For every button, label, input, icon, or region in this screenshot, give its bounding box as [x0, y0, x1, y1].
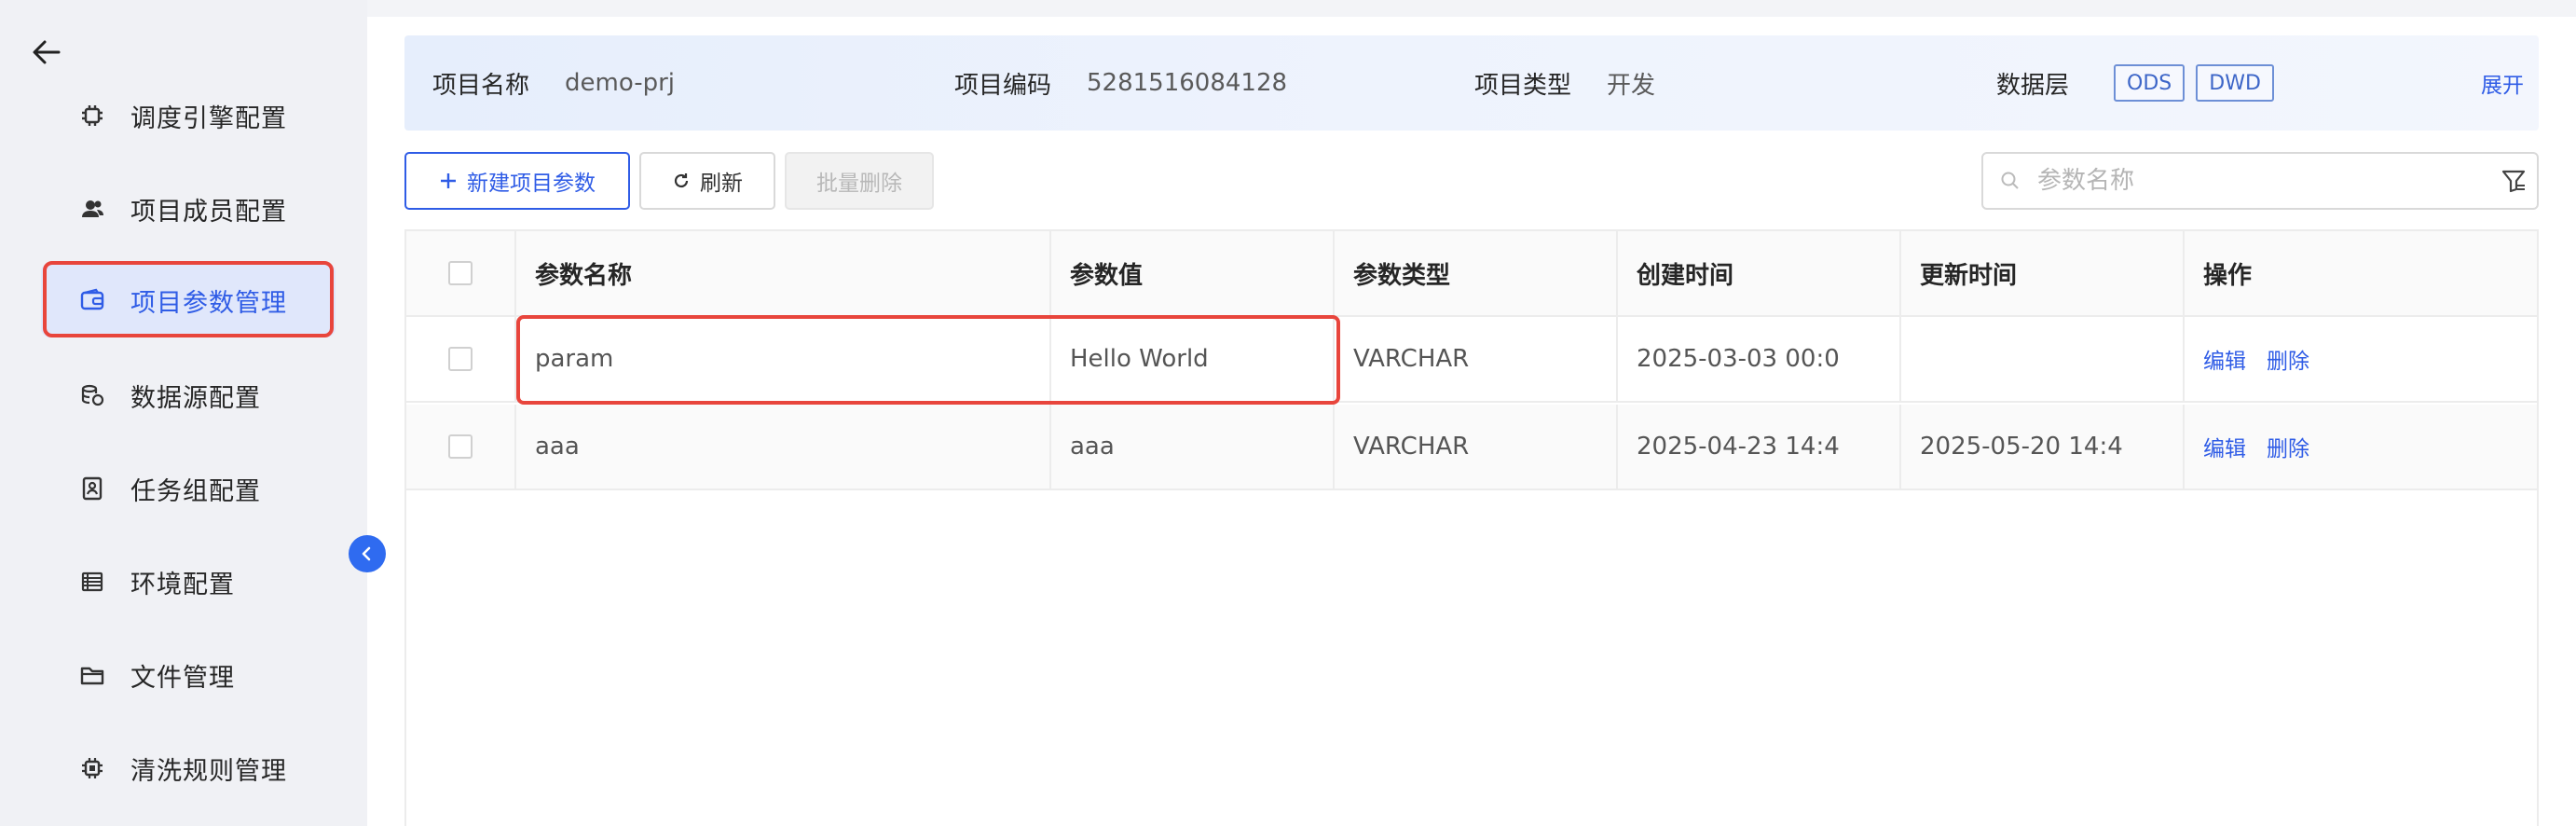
- param-search-box: [1981, 152, 2539, 210]
- cell-param-name: aaa: [516, 405, 1051, 489]
- project-code-value: 5281516084128: [1087, 69, 1288, 97]
- cell-param-value: aaa: [1051, 405, 1335, 489]
- back-button[interactable]: [26, 32, 67, 73]
- chevron-left-icon: [362, 546, 371, 561]
- project-type-value: 开发: [1607, 71, 1656, 100]
- tag-dwd: DWD: [2196, 64, 2274, 102]
- cell-actions: 编辑 删除: [2185, 317, 2537, 401]
- cpu-icon: [78, 102, 106, 130]
- arrow-left-icon: [33, 40, 61, 64]
- header-created-time: 创建时间: [1618, 231, 1901, 315]
- project-info-bar: 项目名称 demo-prj 项目编码 5281516084128 项目类型 开发…: [404, 35, 2539, 131]
- refresh-icon: [672, 172, 691, 190]
- row-checkbox[interactable]: [448, 347, 473, 371]
- database-icon: [78, 381, 106, 409]
- delete-link[interactable]: 删除: [2267, 343, 2309, 375]
- project-type-label: 项目类型: [1474, 71, 1572, 100]
- new-project-param-button[interactable]: 新建项目参数: [404, 152, 630, 210]
- wallet-icon: [78, 286, 106, 314]
- cell-param-type: VARCHAR: [1335, 317, 1618, 401]
- cell-param-name: param: [516, 317, 1051, 401]
- cell-updated-time: 2025-05-20 14:4: [1901, 405, 2185, 489]
- refresh-button-label: 刷新: [700, 172, 743, 196]
- sidebar-item-label: 清洗规则管理: [130, 756, 287, 786]
- tag-ods: ODS: [2114, 64, 2185, 102]
- header-select-cell: [406, 231, 516, 315]
- refresh-button[interactable]: 刷新: [639, 152, 775, 210]
- sidebar-item-label: 项目参数管理: [130, 288, 287, 318]
- data-layer-field: 数据层 ODS DWD: [1996, 35, 2274, 131]
- batch-delete-button[interactable]: 批量删除: [785, 152, 934, 210]
- cell-param-type: VARCHAR: [1335, 405, 1618, 489]
- sidebar-item-environment[interactable]: 环境配置: [41, 544, 336, 619]
- project-code-field: 项目编码 5281516084128: [954, 35, 1287, 131]
- sidebar-item-label: 文件管理: [130, 663, 235, 693]
- list-icon: [78, 568, 106, 596]
- edit-link[interactable]: 编辑: [2203, 343, 2246, 375]
- row-checkbox[interactable]: [448, 434, 473, 459]
- sidebar-item-files[interactable]: 文件管理: [41, 638, 336, 712]
- row-select-cell: [406, 317, 516, 401]
- sidebar-item-members[interactable]: 项目成员配置: [41, 172, 336, 246]
- select-all-checkbox[interactable]: [448, 261, 473, 285]
- plus-icon: [439, 172, 458, 190]
- cell-updated-time: [1901, 317, 2185, 401]
- sidebar-item-scheduler-engine[interactable]: 调度引擎配置: [41, 78, 336, 153]
- project-name-label: 项目名称: [432, 71, 530, 100]
- filter-icon[interactable]: [2500, 167, 2528, 199]
- header-param-type: 参数类型: [1335, 231, 1618, 315]
- sidebar-item-datasource[interactable]: 数据源配置: [41, 358, 336, 433]
- project-name-value: demo-prj: [565, 69, 676, 97]
- sidebar: 调度引擎配置 项目成员配置 项目参数管理 数据源配置 任务组配置 环境配置 文件…: [0, 0, 367, 826]
- search-icon: [2000, 171, 2021, 191]
- user-group-icon: [78, 195, 106, 223]
- table-row: param Hello World VARCHAR 2025-03-03 00:…: [406, 317, 2537, 403]
- header-param-name: 参数名称: [516, 231, 1051, 315]
- batch-delete-label: 批量删除: [816, 172, 902, 196]
- cell-param-value: Hello World: [1051, 317, 1335, 401]
- folder-icon: [78, 661, 106, 689]
- new-button-label: 新建项目参数: [467, 172, 596, 196]
- header-actions: 操作: [2203, 261, 2253, 290]
- table-header-row: 参数名称 参数值 参数类型 创建时间 更新时间 操作: [406, 231, 2537, 317]
- id-card-icon: [78, 475, 106, 502]
- sidebar-item-task-group[interactable]: 任务组配置: [41, 451, 336, 526]
- chip-icon: [78, 754, 106, 782]
- header-updated-time: 更新时间: [1901, 231, 2185, 315]
- cell-created-time: 2025-04-23 14:4: [1618, 405, 1901, 489]
- main-content: 项目名称 demo-prj 项目编码 5281516084128 项目类型 开发…: [367, 17, 2576, 826]
- cell-created-time: 2025-03-03 00:0: [1618, 317, 1901, 401]
- header-param-value: 参数值: [1051, 231, 1335, 315]
- data-layer-label: 数据层: [1996, 71, 2070, 100]
- sidebar-item-project-params[interactable]: 项目参数管理: [41, 263, 336, 337]
- sidebar-item-label: 任务组配置: [130, 476, 261, 506]
- project-code-label: 项目编码: [954, 71, 1052, 100]
- sidebar-item-cleaning-rules[interactable]: 清洗规则管理: [41, 731, 336, 805]
- row-select-cell: [406, 405, 516, 489]
- sidebar-item-label: 环境配置: [130, 570, 235, 599]
- expand-link[interactable]: 展开: [2481, 35, 2524, 131]
- table-row: aaa aaa VARCHAR 2025-04-23 14:4 2025-05-…: [406, 405, 2537, 490]
- sidebar-item-label: 数据源配置: [130, 383, 261, 413]
- edit-link[interactable]: 编辑: [2203, 431, 2246, 462]
- collapse-sidebar-button[interactable]: [349, 535, 386, 572]
- param-search-input[interactable]: [2035, 166, 2468, 196]
- params-table: 参数名称 参数值 参数类型 创建时间 更新时间 操作 param Hello W…: [404, 229, 2539, 826]
- sidebar-item-label: 项目成员配置: [130, 197, 287, 227]
- sidebar-item-label: 调度引擎配置: [130, 103, 287, 133]
- project-name-field: 项目名称 demo-prj: [432, 35, 675, 131]
- cell-actions: 编辑 删除: [2185, 405, 2537, 489]
- delete-link[interactable]: 删除: [2267, 431, 2309, 462]
- project-type-field: 项目类型 开发: [1474, 35, 1655, 131]
